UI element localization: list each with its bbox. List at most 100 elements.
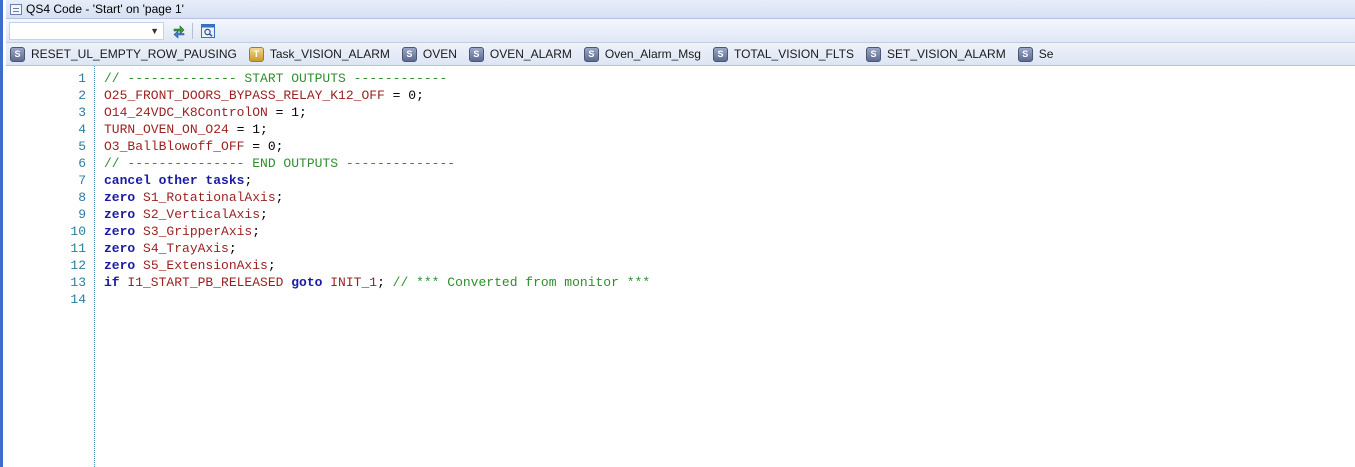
- code-text: cancel other tasks;: [104, 172, 252, 189]
- variable-icon: S: [712, 46, 728, 62]
- tab-reset-ul-empty-row-pausing[interactable]: S RESET_UL_EMPTY_ROW_PAUSING: [10, 46, 237, 62]
- code-line[interactable]: 6 // --------------- END OUTPUTS --------…: [6, 155, 1355, 172]
- code-token: = 1;: [267, 105, 307, 120]
- tab-label: OVEN_ALARM: [489, 47, 572, 61]
- code-token: S3_GripperAxis: [143, 224, 253, 239]
- code-token: // -------------- START OUTPUTS --------…: [104, 71, 448, 86]
- search-window-icon: [201, 23, 215, 38]
- document-icon: [10, 3, 22, 15]
- code-text: zero S2_VerticalAxis;: [104, 206, 268, 223]
- code-token: cancel other tasks: [104, 173, 245, 188]
- code-token: = 1;: [228, 122, 268, 137]
- code-line[interactable]: 3 O14_24VDC_K8ControlON = 1;: [6, 104, 1355, 121]
- tab-label: SET_VISION_ALARM: [887, 47, 1006, 61]
- code-token: ;: [377, 275, 393, 290]
- code-text: zero S5_ExtensionAxis;: [104, 257, 276, 274]
- code-token: INIT_1: [330, 275, 378, 290]
- code-token: S5_ExtensionAxis: [143, 258, 268, 273]
- tab-oven[interactable]: S OVEN: [401, 46, 457, 62]
- tab-total-vision-flts[interactable]: S TOTAL_VISION_FLTS: [712, 46, 855, 62]
- code-token: zero: [104, 190, 144, 205]
- code-token: O3_BallBlowoff_OFF: [104, 139, 245, 154]
- code-line[interactable]: 2 O25_FRONT_DOORS_BYPASS_RELAY_K12_OFF = …: [6, 87, 1355, 104]
- code-token: zero: [104, 258, 144, 273]
- code-token: // *** Converted from monitor ***: [392, 275, 651, 290]
- line-number: 12: [70, 258, 86, 273]
- refresh-arrows-icon: [173, 24, 185, 39]
- code-editor[interactable]: 1 // -------------- START OUTPUTS -------…: [6, 66, 1355, 467]
- line-number: 14: [70, 292, 86, 307]
- code-token: S4_TrayAxis: [143, 241, 229, 256]
- code-line[interactable]: 14: [6, 291, 1355, 308]
- line-number: 3: [78, 105, 86, 120]
- code-token: TURN_OVEN_ON_O24: [104, 122, 229, 137]
- window-title: QS4 Code - 'Start' on 'page 1': [26, 2, 184, 16]
- line-number: 10: [70, 224, 86, 239]
- code-line[interactable]: 13 if I1_START_PB_RELEASED goto INIT_1; /…: [6, 274, 1355, 291]
- code-token: = 0;: [244, 139, 284, 154]
- tab-oven-alarm-msg[interactable]: S Oven_Alarm_Msg: [583, 46, 701, 62]
- line-number: 2: [78, 88, 86, 103]
- code-text: if I1_START_PB_RELEASED goto INIT_1; // …: [104, 274, 650, 291]
- code-line[interactable]: 12 zero S5_ExtensionAxis;: [6, 257, 1355, 274]
- code-line[interactable]: 5 O3_BallBlowoff_OFF = 0;: [6, 138, 1355, 155]
- code-line[interactable]: 9 zero S2_VerticalAxis;: [6, 206, 1355, 223]
- code-token: if: [104, 275, 128, 290]
- code-text: // -------------- START OUTPUTS --------…: [104, 70, 447, 87]
- variable-icon: S: [468, 46, 484, 62]
- code-token: O25_FRONT_DOORS_BYPASS_RELAY_K12_OFF: [104, 88, 385, 103]
- code-token: ;: [228, 241, 237, 256]
- code-line[interactable]: 1 // -------------- START OUTPUTS -------…: [6, 70, 1355, 87]
- tab-task-vision-alarm[interactable]: T Task_VISION_ALARM: [248, 46, 390, 62]
- code-token: zero: [104, 207, 144, 222]
- code-text: zero S3_GripperAxis;: [104, 223, 260, 240]
- line-number: 1: [78, 71, 86, 86]
- code-editor-window: QS4 Code - 'Start' on 'page 1' ▼ S RESET…: [0, 0, 1355, 467]
- variable-icon: S: [583, 46, 599, 62]
- code-token: ;: [267, 258, 276, 273]
- code-token: S1_RotationalAxis: [143, 190, 276, 205]
- task-icon: T: [248, 46, 264, 62]
- tab-se-truncated[interactable]: S Se: [1017, 46, 1054, 62]
- title-bar: QS4 Code - 'Start' on 'page 1': [6, 0, 1355, 19]
- code-line[interactable]: 8 zero S1_RotationalAxis;: [6, 189, 1355, 206]
- code-token: ;: [244, 173, 253, 188]
- code-text: O14_24VDC_K8ControlON = 1;: [104, 104, 307, 121]
- toolbar-separator: [192, 22, 193, 39]
- find-button[interactable]: [199, 22, 217, 40]
- code-line[interactable]: 7 cancel other tasks;: [6, 172, 1355, 189]
- code-text: O3_BallBlowoff_OFF = 0;: [104, 138, 283, 155]
- code-line[interactable]: 4 TURN_OVEN_ON_O24 = 1;: [6, 121, 1355, 138]
- code-line[interactable]: 10 zero S3_GripperAxis;: [6, 223, 1355, 240]
- line-number: 6: [78, 156, 86, 171]
- code-line[interactable]: 11 zero S4_TrayAxis;: [6, 240, 1355, 257]
- tab-label: RESET_UL_EMPTY_ROW_PAUSING: [31, 47, 237, 61]
- variable-icon: S: [866, 46, 882, 62]
- refresh-button[interactable]: [170, 22, 188, 40]
- code-token: = 0;: [384, 88, 424, 103]
- code-text: O25_FRONT_DOORS_BYPASS_RELAY_K12_OFF = 0…: [104, 87, 424, 104]
- code-text: // --------------- END OUTPUTS ---------…: [104, 155, 455, 172]
- task-selector-combo[interactable]: ▼: [9, 21, 164, 40]
- line-number: 11: [70, 241, 86, 256]
- variable-icon: S: [10, 46, 25, 62]
- line-number: 13: [70, 275, 86, 290]
- code-token: ;: [275, 190, 284, 205]
- line-number: 4: [78, 122, 86, 137]
- toolbar: ▼: [6, 19, 1355, 43]
- code-text: zero S4_TrayAxis;: [104, 240, 237, 257]
- tab-label: TOTAL_VISION_FLTS: [733, 47, 855, 61]
- tab-label: Oven_Alarm_Msg: [604, 47, 701, 61]
- tab-oven-alarm[interactable]: S OVEN_ALARM: [468, 46, 572, 62]
- code-token: O14_24VDC_K8ControlON: [104, 105, 268, 120]
- line-number: 5: [78, 139, 86, 154]
- chevron-down-icon[interactable]: ▼: [150, 26, 159, 36]
- code-token: // --------------- END OUTPUTS ---------…: [104, 156, 456, 171]
- code-token: goto: [283, 275, 331, 290]
- tab-label: Se: [1038, 47, 1054, 61]
- variable-tab-strip: S RESET_UL_EMPTY_ROW_PAUSING T Task_VISI…: [6, 43, 1355, 66]
- tab-set-vision-alarm[interactable]: S SET_VISION_ALARM: [866, 46, 1006, 62]
- code-token: ;: [260, 207, 268, 222]
- code-text: zero S1_RotationalAxis;: [104, 189, 283, 206]
- tab-label: Task_VISION_ALARM: [269, 47, 390, 61]
